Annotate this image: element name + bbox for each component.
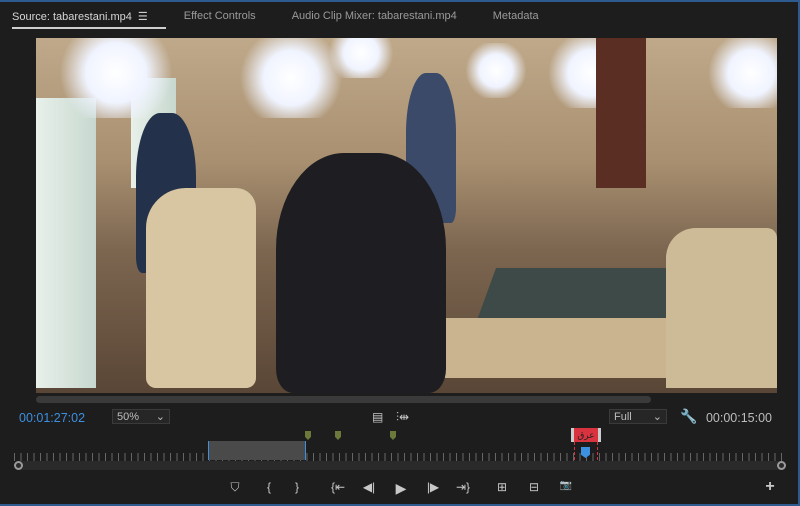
chevron-down-icon: ⌄ [155,411,165,423]
zoom-scrollbar[interactable] [14,461,786,470]
insert-button[interactable]: ⊞ [494,480,510,494]
step-forward-button[interactable]: |▶ [425,480,441,494]
drag-audio-icon[interactable]: ⫶⇹ [396,410,409,424]
zoom-scrollbar-left-handle[interactable] [14,461,23,470]
tab-source[interactable]: Source: tabarestani.mp4 ☰ [12,4,166,29]
duration-timecode: 00:00:15:00 [705,411,772,425]
add-marker-button[interactable]: ⛉ [227,480,243,495]
red-marker[interactable]: عرق [571,428,601,442]
current-timecode[interactable]: 00:01:27:02 [19,411,85,425]
drag-video-icon[interactable]: ▤ [372,410,383,424]
chevron-down-icon: ⌄ [652,411,662,423]
playback-resolution-dropdown[interactable]: Full ⌄ [609,409,667,424]
zoom-value: 50% [117,410,140,423]
zoom-level-dropdown[interactable]: 50% ⌄ [112,409,170,424]
export-frame-button[interactable]: 📷 [558,480,574,491]
play-button[interactable]: ▶ [393,480,409,497]
tab-label: Source: tabarestani.mp4 [12,10,132,23]
button-editor-add[interactable]: + [762,478,778,496]
video-preview[interactable] [36,38,777,393]
go-to-out-button[interactable]: ⇥} [455,480,471,494]
horizontal-scrollbar[interactable] [36,396,777,403]
scrollbar-thumb[interactable] [36,396,651,403]
step-back-button[interactable]: ◀| [361,480,377,494]
mark-in-button[interactable]: { [261,480,277,494]
wrench-icon[interactable]: 🔧 [680,409,697,423]
mark-out-button[interactable]: } [289,480,305,494]
tab-audio-clip-mixer[interactable]: Audio Clip Mixer: tabarestani.mp4 [292,4,457,28]
time-ruler[interactable] [14,453,786,461]
zoom-scrollbar-right-handle[interactable] [777,461,786,470]
in-out-range[interactable] [208,441,306,460]
tab-effect-controls[interactable]: Effect Controls [184,4,256,28]
go-to-in-button[interactable]: {⇤ [330,480,346,494]
panel-tabs: Source: tabarestani.mp4 ☰ Effect Controls… [0,0,800,30]
overwrite-button[interactable]: ⊟ [526,480,542,494]
resolution-value: Full [614,410,632,423]
tab-metadata[interactable]: Metadata [493,4,539,28]
panel-menu-icon[interactable]: ☰ [138,11,148,23]
